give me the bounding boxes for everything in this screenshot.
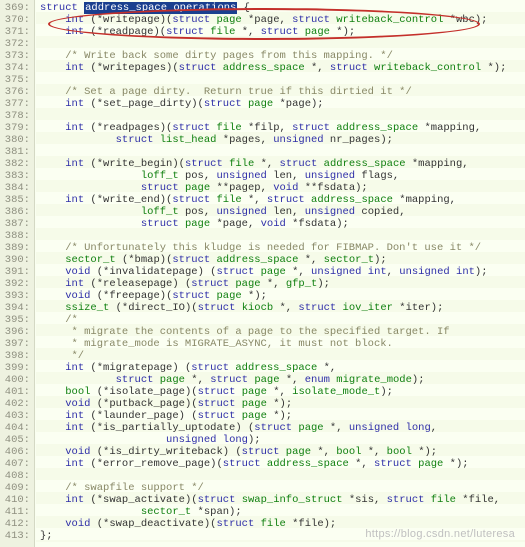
line-number: 382: bbox=[0, 158, 34, 170]
code-line: */ bbox=[40, 350, 525, 362]
line-number: 407: bbox=[0, 458, 34, 470]
line-number: 406: bbox=[0, 446, 34, 458]
code-line: * migrate the contents of a page to the … bbox=[40, 326, 525, 338]
code-line: unsigned long); bbox=[40, 434, 525, 446]
line-number: 377: bbox=[0, 98, 34, 110]
code-line: int (*migratepage) (struct address_space… bbox=[40, 362, 525, 374]
line-number: 399: bbox=[0, 362, 34, 374]
code-area[interactable]: struct address_space_operations { int (*… bbox=[36, 0, 525, 542]
code-line: int (*error_remove_page)(struct address_… bbox=[40, 458, 525, 470]
line-number: 372: bbox=[0, 38, 34, 50]
line-number: 370: bbox=[0, 14, 34, 26]
code-line: struct page **pagep, void **fsdata); bbox=[40, 182, 525, 194]
code-line: struct page *page, void *fsdata); bbox=[40, 218, 525, 230]
line-number: 379: bbox=[0, 122, 34, 134]
code-line: int (*write_end)(struct file *, struct a… bbox=[40, 194, 525, 206]
code-line: int (*readpage)(struct file *, struct pa… bbox=[40, 26, 525, 38]
line-number: 402: bbox=[0, 398, 34, 410]
line-number: 385: bbox=[0, 194, 34, 206]
line-number: 400: bbox=[0, 374, 34, 386]
line-number: 375: bbox=[0, 74, 34, 86]
line-number: 412: bbox=[0, 518, 34, 530]
line-number: 386: bbox=[0, 206, 34, 218]
code-line: struct page *, struct page *, enum migra… bbox=[40, 374, 525, 386]
line-number: 410: bbox=[0, 494, 34, 506]
line-number: 383: bbox=[0, 170, 34, 182]
line-number: 389: bbox=[0, 242, 34, 254]
code-line: int (*launder_page) (struct page *); bbox=[40, 410, 525, 422]
code-line: sector_t *span); bbox=[40, 506, 525, 518]
code-line: void (*swap_deactivate)(struct file *fil… bbox=[40, 518, 525, 530]
code-line: /* Unfortunately this kludge is needed f… bbox=[40, 242, 525, 254]
code-editor: 369:370:371:372:373:374:375:376:377:378:… bbox=[0, 0, 525, 547]
code-line bbox=[40, 38, 525, 50]
line-number: 392: bbox=[0, 278, 34, 290]
code-line: int (*writepages)(struct address_space *… bbox=[40, 62, 525, 74]
code-line: int (*releasepage) (struct page *, gfp_t… bbox=[40, 278, 525, 290]
code-line bbox=[40, 470, 525, 482]
line-number: 371: bbox=[0, 26, 34, 38]
line-number: 395: bbox=[0, 314, 34, 326]
code-line: }; bbox=[40, 530, 525, 542]
line-number: 404: bbox=[0, 422, 34, 434]
code-line: void (*invalidatepage) (struct page *, u… bbox=[40, 266, 525, 278]
code-line: struct list_head *pages, unsigned nr_pag… bbox=[40, 134, 525, 146]
code-line: int (*swap_activate)(struct swap_info_st… bbox=[40, 494, 525, 506]
code-line: /* Write back some dirty pages from this… bbox=[40, 50, 525, 62]
code-line bbox=[40, 110, 525, 122]
line-number: 394: bbox=[0, 302, 34, 314]
code-line bbox=[40, 146, 525, 158]
code-line bbox=[40, 74, 525, 86]
line-number: 381: bbox=[0, 146, 34, 158]
line-number: 387: bbox=[0, 218, 34, 230]
code-line: loff_t pos, unsigned len, unsigned flags… bbox=[40, 170, 525, 182]
line-number: 413: bbox=[0, 530, 34, 542]
line-number: 380: bbox=[0, 134, 34, 146]
line-number: 403: bbox=[0, 410, 34, 422]
line-number: 369: bbox=[0, 2, 34, 14]
code-line: ssize_t (*direct_IO)(struct kiocb *, str… bbox=[40, 302, 525, 314]
line-number: 398: bbox=[0, 350, 34, 362]
code-line: int (*set_page_dirty)(struct page *page)… bbox=[40, 98, 525, 110]
line-number: 411: bbox=[0, 506, 34, 518]
code-line: /* bbox=[40, 314, 525, 326]
line-number: 388: bbox=[0, 230, 34, 242]
line-number: 401: bbox=[0, 386, 34, 398]
code-line: struct address_space_operations { bbox=[40, 2, 525, 14]
line-number: 378: bbox=[0, 110, 34, 122]
line-number: 393: bbox=[0, 290, 34, 302]
code-line: sector_t (*bmap)(struct address_space *,… bbox=[40, 254, 525, 266]
line-number: 384: bbox=[0, 182, 34, 194]
line-number: 391: bbox=[0, 266, 34, 278]
code-line: void (*is_dirty_writeback) (struct page … bbox=[40, 446, 525, 458]
line-number: 405: bbox=[0, 434, 34, 446]
code-line: int (*write_begin)(struct file *, struct… bbox=[40, 158, 525, 170]
line-number: 409: bbox=[0, 482, 34, 494]
code-line: * migrate_mode is MIGRATE_ASYNC, it must… bbox=[40, 338, 525, 350]
code-line: void (*putback_page)(struct page *); bbox=[40, 398, 525, 410]
line-number: 397: bbox=[0, 338, 34, 350]
line-number: 373: bbox=[0, 50, 34, 62]
code-line: int (*readpages)(struct file *filp, stru… bbox=[40, 122, 525, 134]
line-number: 376: bbox=[0, 86, 34, 98]
code-line: int (*is_partially_uptodate) (struct pag… bbox=[40, 422, 525, 434]
code-line: /* Set a page dirty. Return true if this… bbox=[40, 86, 525, 98]
line-number-gutter: 369:370:371:372:373:374:375:376:377:378:… bbox=[0, 0, 35, 547]
code-line: /* swapfile support */ bbox=[40, 482, 525, 494]
code-line: bool (*isolate_page)(struct page *, isol… bbox=[40, 386, 525, 398]
line-number: 408: bbox=[0, 470, 34, 482]
code-line: loff_t pos, unsigned len, unsigned copie… bbox=[40, 206, 525, 218]
code-line: int (*writepage)(struct page *page, stru… bbox=[40, 14, 525, 26]
line-number: 374: bbox=[0, 62, 34, 74]
code-line: void (*freepage)(struct page *); bbox=[40, 290, 525, 302]
line-number: 396: bbox=[0, 326, 34, 338]
line-number: 390: bbox=[0, 254, 34, 266]
code-line bbox=[40, 230, 525, 242]
